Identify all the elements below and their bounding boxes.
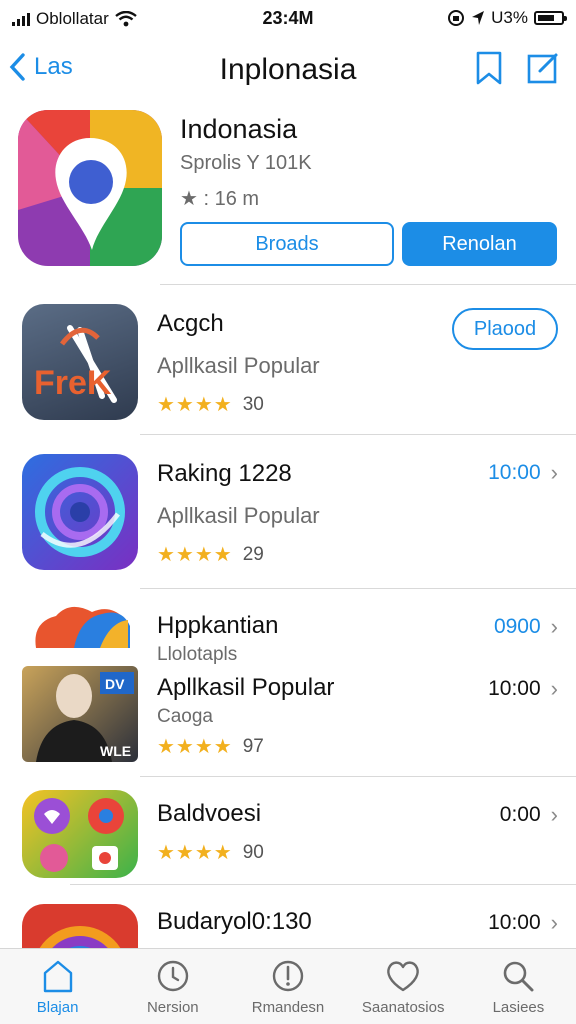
featured-app-title: Indonasia: [180, 114, 298, 144]
tab-lasiees[interactable]: Lasiees: [461, 949, 576, 1024]
time-value: 0:00: [499, 803, 541, 826]
app-name: Apllkasil Popular: [157, 674, 335, 701]
broads-button[interactable]: Broads: [180, 222, 394, 266]
time-value: 0900: [493, 615, 541, 638]
list-item[interactable]: DV WLE Apllkasil Popular Caoga ★★★★ 97 1…: [0, 660, 576, 776]
plaood-button[interactable]: Plaood: [452, 308, 558, 350]
status-bar: Oblollatar 23:4M U3%: [0, 0, 576, 36]
app-time: 0900 ›: [494, 614, 558, 640]
chevron-right-icon: ›: [550, 614, 558, 639]
app-rating: ★★★★ 30: [157, 392, 264, 417]
time-value: 10:00: [488, 461, 541, 484]
tab-blajan[interactable]: Blajan: [0, 949, 115, 1024]
tab-label: Lasiees: [492, 999, 545, 1016]
divider: [70, 884, 576, 885]
rating-count: 90: [242, 841, 264, 863]
app-name: Acgch: [157, 310, 224, 337]
app-category: Apllkasil Popular: [157, 503, 320, 528]
home-icon: [43, 960, 72, 993]
star-rating: ★★★★: [157, 736, 233, 758]
tab-label: Saanatosios: [361, 999, 445, 1016]
app-icon-rainbow: [22, 904, 138, 948]
app-name: Baldvoesi: [157, 800, 262, 827]
list-item[interactable]: Hppkantian Llolotapls 0900 ›: [0, 598, 576, 668]
compose-icon[interactable]: [526, 50, 560, 86]
app-icon-cloud: [30, 602, 150, 658]
rating-count: 29: [242, 543, 264, 565]
lock-rotation-icon: [448, 10, 465, 26]
list-item[interactable]: FreK Acgch Apllkasil Popular ★★★★ 30 Pla…: [0, 296, 576, 436]
renolan-button[interactable]: Renolan: [402, 222, 557, 266]
chevron-right-icon: ›: [550, 676, 558, 701]
divider: [140, 776, 576, 777]
list-item[interactable]: Budaryol0:130 10:00 ›: [0, 896, 576, 948]
app-time: 10:00 ›: [488, 460, 558, 486]
time-value: 10:00: [488, 677, 541, 700]
app-icon-grid: [22, 790, 138, 878]
location-icon: [472, 11, 485, 25]
tab-saanatosios[interactable]: Saanatosios: [346, 949, 461, 1024]
tab-label: Rmandesn: [251, 999, 325, 1016]
app-rating: ★★★★ 29: [157, 542, 264, 567]
star-rating: ★★★★: [157, 842, 233, 864]
featured-app-rating: ★ : 16 m: [180, 188, 260, 210]
time-value: 10:00: [488, 911, 541, 934]
app-rating: ★★★★ 90: [157, 840, 264, 865]
app-name: Raking 1228: [157, 460, 292, 487]
chevron-right-icon: ›: [550, 460, 558, 485]
list-item[interactable]: Raking 1228 Apllkasil Popular ★★★★ 29 10…: [0, 446, 576, 586]
featured-app-subtitle: Sprolis Y 101K: [180, 152, 312, 174]
app-name: Hppkantian: [157, 612, 279, 639]
app-time: 0:00 ›: [500, 802, 558, 828]
bookmark-icon[interactable]: [474, 50, 504, 86]
chevron-right-icon: ›: [550, 910, 558, 935]
tab-bar: Blajan Nersion Rmandesn Saanatosios Lasi…: [0, 948, 576, 1024]
chevron-right-icon: ›: [550, 802, 558, 827]
battery-percent: U3%: [491, 8, 528, 27]
search-icon: [504, 961, 534, 992]
app-category: Apllkasil Popular: [157, 353, 320, 378]
app-icon-fire: FreK: [22, 304, 138, 420]
app-time: 10:00 ›: [488, 676, 558, 702]
featured-app-icon[interactable]: [18, 110, 162, 266]
list-item[interactable]: Baldvoesi ★★★★ 90 0:00 ›: [0, 784, 576, 884]
app-icon-badge-text: WLE: [100, 743, 131, 759]
tab-label: Nersion: [146, 999, 199, 1016]
rating-count: 30: [242, 393, 264, 415]
featured-app: Indonasia Sprolis Y 101K ★ : 16 m Broads…: [0, 104, 576, 284]
app-time: 10:00 ›: [488, 910, 558, 936]
star-rating: ★★★★: [157, 394, 233, 416]
divider: [140, 588, 576, 589]
heart-icon: [387, 961, 420, 992]
app-subtitle: Caoga: [157, 706, 213, 727]
app-rating: ★★★★ 97: [157, 734, 264, 759]
tab-rmandesn[interactable]: Rmandesn: [230, 949, 345, 1024]
divider: [140, 434, 576, 435]
divider: [160, 284, 576, 285]
star-rating: ★★★★: [157, 544, 233, 566]
info-icon: [272, 960, 304, 992]
tab-label: Blajan: [36, 999, 79, 1016]
nav-bar: Las Inplonasia: [0, 44, 576, 96]
app-name: Budaryol0:130: [157, 908, 312, 935]
clock-icon: [157, 960, 188, 992]
app-icon-corner-text: DV: [105, 676, 125, 692]
app-icon-portrait: DV WLE: [22, 666, 138, 762]
tab-nersion[interactable]: Nersion: [115, 949, 230, 1024]
fire-icon-text: FreK: [34, 364, 112, 402]
app-icon-swirl: [22, 454, 138, 570]
status-right: U3%: [447, 8, 567, 28]
battery-icon: [534, 11, 567, 25]
rating-count: 97: [242, 735, 264, 757]
